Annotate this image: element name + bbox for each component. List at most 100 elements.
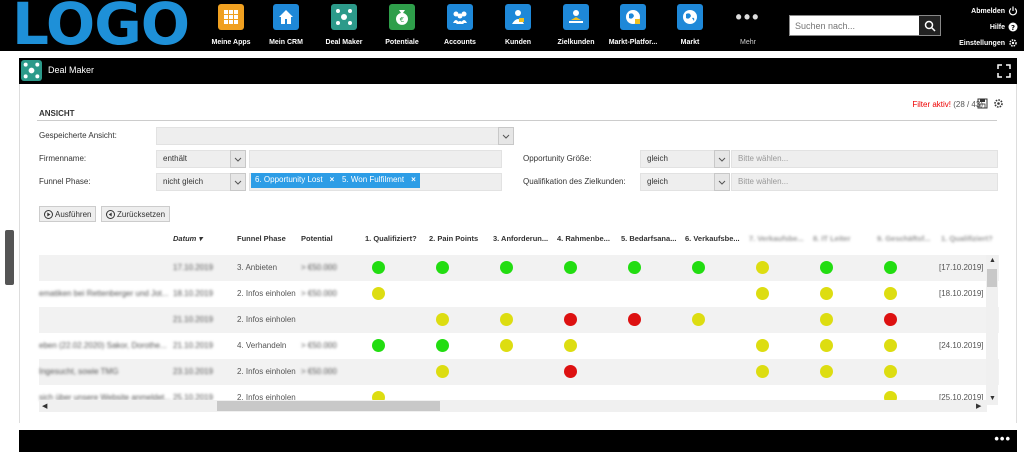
status-dot[interactable] xyxy=(564,365,577,378)
status-dot[interactable] xyxy=(692,313,705,326)
nav-kunden[interactable]: Kunden xyxy=(490,4,546,50)
filter-tag[interactable]: 5. Won Fulfilment × xyxy=(338,173,420,188)
table-row[interactable]: eben (22.02.2020) Sakor, Dorothe... 21.10… xyxy=(39,333,999,359)
nav-markt[interactable]: Markt xyxy=(662,4,718,50)
run-button[interactable]: Ausführen xyxy=(39,206,97,222)
play-icon xyxy=(44,209,53,219)
status-dot[interactable] xyxy=(564,261,577,274)
status-dot[interactable] xyxy=(820,287,833,300)
vertical-scrollbar[interactable]: ▲ ▼ xyxy=(986,255,998,405)
column-header-funnel[interactable]: Funnel Phase xyxy=(237,234,286,243)
status-dot[interactable] xyxy=(564,313,577,326)
chevron-down-icon[interactable] xyxy=(230,150,246,168)
column-header-pain-points[interactable]: 2. Pain Points xyxy=(429,234,478,243)
column-header-7[interactable]: 7. Verkaufsbe... xyxy=(749,234,804,243)
status-dot[interactable] xyxy=(436,261,449,274)
nav-mehr[interactable]: ••• Mehr xyxy=(720,4,776,50)
scroll-left-icon[interactable]: ◀ xyxy=(42,402,47,410)
status-dot[interactable] xyxy=(372,339,385,352)
table-row[interactable]: Ingesucht, sowie TMG 23.10.2019 2. Infos e… xyxy=(39,359,999,385)
status-dot[interactable] xyxy=(436,365,449,378)
status-dot[interactable] xyxy=(756,261,769,274)
status-dot[interactable] xyxy=(884,313,897,326)
column-header-anforderungen[interactable]: 3. Anforderun... xyxy=(493,234,548,243)
column-header-10[interactable]: 1. Qualifiziert? xyxy=(941,234,993,243)
status-dot[interactable] xyxy=(756,339,769,352)
nav-zielkunden[interactable]: Zielkunden xyxy=(548,4,604,50)
deal-date: 18.10.2019 xyxy=(173,289,214,298)
status-dot[interactable] xyxy=(884,339,897,352)
chevron-down-icon[interactable] xyxy=(498,127,514,145)
remove-tag-icon[interactable]: × xyxy=(330,175,335,184)
table-row[interactable]: 21.10.2019 2. Infos einholen xyxy=(39,307,999,333)
status-dot[interactable] xyxy=(372,287,385,300)
search-input[interactable] xyxy=(790,16,918,35)
nav-meine-apps[interactable]: Meine Apps xyxy=(203,4,259,50)
nav-markt-plattform[interactable]: Markt-Platfor... xyxy=(605,4,661,50)
remove-tag-icon[interactable]: × xyxy=(411,175,416,184)
status-dot[interactable] xyxy=(820,365,833,378)
column-header-6[interactable]: 6. Verkaufsbe... xyxy=(685,234,740,243)
column-header-9[interactable]: 9. Geschäftsf... xyxy=(877,234,930,243)
status-dot[interactable] xyxy=(884,261,897,274)
brand-logo[interactable]: LOGO xyxy=(12,0,190,54)
status-dot[interactable] xyxy=(628,313,641,326)
status-dot[interactable] xyxy=(500,261,513,274)
nav-deal-maker[interactable]: Deal Maker xyxy=(316,4,372,50)
table-row[interactable]: 17.10.2019 3. Anbieten > €50.000 [17.10.201… xyxy=(39,255,999,281)
status-dot[interactable] xyxy=(628,261,641,274)
column-header-potential[interactable]: Potential xyxy=(301,234,333,243)
help-link[interactable]: Hilfe ? xyxy=(959,19,1018,35)
chevron-down-icon[interactable] xyxy=(714,150,730,168)
qualification-select[interactable]: Bitte wählen... xyxy=(731,173,998,191)
scroll-down-icon[interactable]: ▼ xyxy=(989,395,996,402)
status-dot[interactable] xyxy=(756,365,769,378)
fullscreen-icon[interactable] xyxy=(997,64,1011,78)
status-dot[interactable] xyxy=(884,365,897,378)
opportunity-size-operator[interactable]: gleich xyxy=(640,150,716,168)
search-button[interactable] xyxy=(919,16,940,35)
column-header-qualifiziert[interactable]: 1. Qualifiziert? xyxy=(365,234,417,243)
save-icon[interactable] xyxy=(977,98,988,109)
sidebar-toggle-handle[interactable] xyxy=(5,230,14,285)
horizontal-scrollbar[interactable]: ◀ ▶ xyxy=(39,400,987,412)
status-dot[interactable] xyxy=(820,339,833,352)
status-dot[interactable] xyxy=(884,287,897,300)
table-row[interactable]: ematiken bei Rettenberger und Jot... 18.1… xyxy=(39,281,999,307)
status-dot[interactable] xyxy=(500,313,513,326)
status-dot[interactable] xyxy=(564,339,577,352)
status-dot[interactable] xyxy=(756,287,769,300)
nav-accounts[interactable]: Accounts xyxy=(432,4,488,50)
column-header-rahmenbedingungen[interactable]: 4. Rahmenbe... xyxy=(557,234,610,243)
status-dot[interactable] xyxy=(372,261,385,274)
logout-link[interactable]: Abmelden xyxy=(959,3,1018,19)
status-dot[interactable] xyxy=(436,313,449,326)
status-dot[interactable] xyxy=(500,339,513,352)
saved-view-select[interactable] xyxy=(156,127,500,145)
reset-button[interactable]: Zurücksetzen xyxy=(101,206,171,222)
scroll-up-icon[interactable]: ▲ xyxy=(989,257,996,264)
chevron-down-icon[interactable] xyxy=(230,173,246,191)
settings-link[interactable]: Einstellungen xyxy=(959,35,1018,51)
nav-potentiale[interactable]: € Potentiale xyxy=(374,4,430,50)
scroll-thumb[interactable] xyxy=(217,401,440,411)
scroll-thumb[interactable] xyxy=(987,269,997,287)
more-options-icon[interactable]: ••• xyxy=(994,431,1011,446)
nav-mein-crm[interactable]: Mein CRM xyxy=(258,4,314,50)
qualification-operator[interactable]: gleich xyxy=(640,173,716,191)
status-dot[interactable] xyxy=(692,261,705,274)
status-dot[interactable] xyxy=(436,339,449,352)
funnel-operator-select[interactable]: nicht gleich xyxy=(156,173,232,191)
company-input[interactable] xyxy=(249,150,502,168)
column-header-8[interactable]: 8. IT Leiter xyxy=(813,234,851,243)
company-operator-select[interactable]: enthält xyxy=(156,150,232,168)
column-header-bedarfsanalyse[interactable]: 5. Bedarfsana... xyxy=(621,234,676,243)
settings-gear-icon[interactable] xyxy=(993,98,1004,109)
column-header-datum[interactable]: Datum ▾ xyxy=(173,234,202,243)
opportunity-size-select[interactable]: Bitte wählen... xyxy=(731,150,998,168)
chevron-down-icon[interactable] xyxy=(714,173,730,191)
scroll-right-icon[interactable]: ▶ xyxy=(976,402,981,410)
status-dot[interactable] xyxy=(820,313,833,326)
filter-tag[interactable]: 6. Opportunity Lost × xyxy=(251,173,339,188)
status-dot[interactable] xyxy=(820,261,833,274)
